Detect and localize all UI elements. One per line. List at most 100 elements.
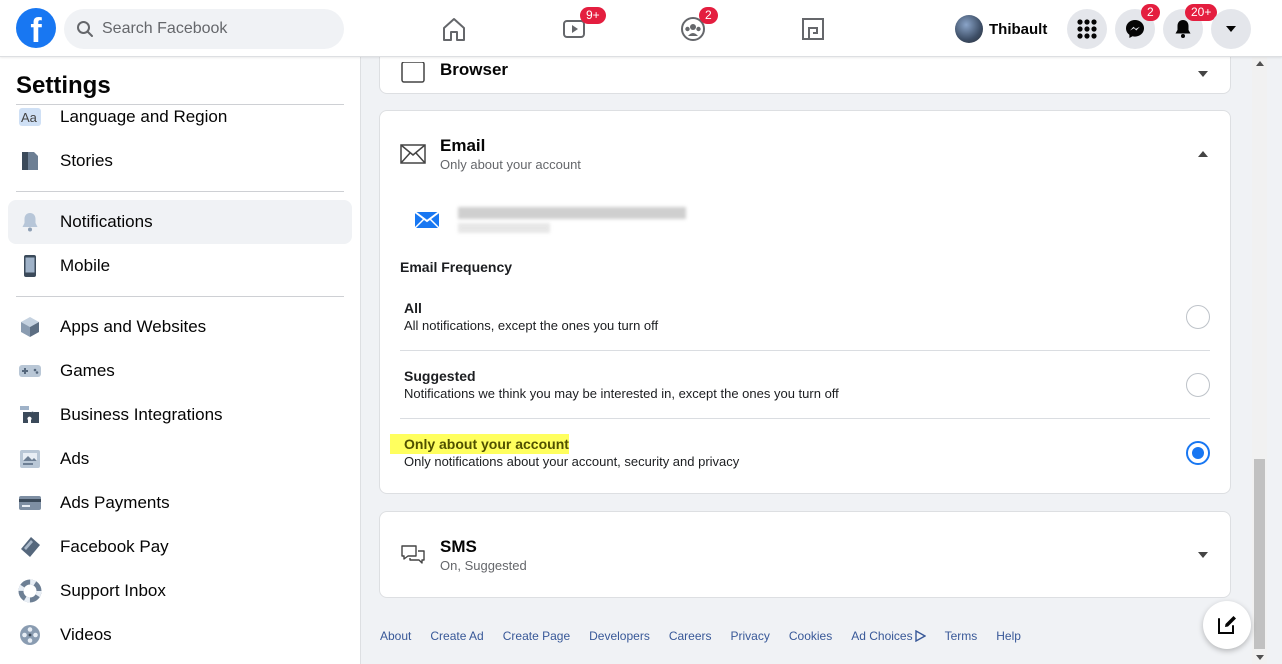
puzzle-icon — [16, 401, 44, 429]
sidebar-item-stories[interactable]: Stories — [8, 139, 352, 183]
gamepad-icon — [16, 357, 44, 385]
ads-icon — [16, 445, 44, 473]
sidebar-item-label: Support Inbox — [60, 581, 166, 600]
account-menu-button[interactable] — [1211, 9, 1251, 49]
ad-choices-label: Ad Choices — [851, 629, 913, 643]
footer-link-cookies[interactable]: Cookies — [789, 629, 832, 643]
gaming-icon — [802, 18, 824, 40]
sidebar-item-label: Notifications — [60, 212, 153, 231]
new-message-button[interactable] — [1203, 601, 1251, 649]
frequency-option-account[interactable]: Only about your account Only notificatio… — [390, 419, 1210, 487]
home-icon — [443, 18, 465, 41]
footer-link-ad-choices[interactable]: Ad Choices — [851, 629, 926, 643]
chevron-down-icon[interactable] — [1198, 71, 1208, 77]
email-address-row — [414, 195, 736, 245]
frequency-option-all[interactable]: All All notifications, except the ones y… — [400, 283, 1210, 351]
top-navigation-bar: f 9+ 2 Thibault 2 20+ — [0, 0, 1282, 57]
redacted-email-address — [458, 195, 736, 245]
groups-badge: 2 — [699, 7, 718, 24]
page-scrollbar[interactable] — [1252, 57, 1267, 664]
divider — [16, 191, 344, 192]
watch-badge: 9+ — [580, 7, 606, 24]
profile-shortcut[interactable]: Thibault — [955, 14, 1047, 44]
footer-link-careers[interactable]: Careers — [669, 629, 712, 643]
user-name: Thibault — [989, 20, 1048, 38]
menu-button[interactable] — [1067, 9, 1107, 49]
email-icon — [414, 211, 440, 229]
sidebar-item-support-inbox[interactable]: Support Inbox — [8, 569, 352, 613]
facebook-logo[interactable]: f — [16, 8, 56, 48]
search-input[interactable] — [102, 20, 322, 38]
pay-icon — [16, 533, 44, 561]
watch-nav-button[interactable]: 9+ — [556, 7, 606, 46]
messenger-button[interactable]: 2 — [1115, 4, 1160, 49]
sidebar-item-label: Apps and Websites — [60, 317, 207, 336]
scroll-down-arrow-icon[interactable] — [1256, 655, 1264, 660]
option-description: All notifications, except the ones you t… — [404, 318, 659, 333]
svg-text:Aa: Aa — [21, 110, 38, 125]
card-subtitle: Only about your account — [440, 157, 581, 172]
sidebar-item-business-integrations[interactable]: Business Integrations — [8, 393, 352, 437]
sidebar-item-videos[interactable]: Videos — [8, 613, 352, 657]
settings-sidebar: Settings Aa Language and Region Stories … — [0, 57, 361, 664]
sidebar-item-ads[interactable]: Ads — [8, 437, 352, 481]
sidebar-item-mobile[interactable]: Mobile — [8, 244, 352, 288]
footer-link-terms[interactable]: Terms — [945, 629, 978, 643]
ad-choices-icon — [914, 630, 926, 642]
email-frequency-title: Email Frequency — [400, 259, 513, 275]
main-content: Browser Email Only about your account Em… — [362, 57, 1252, 664]
home-nav-button[interactable] — [436, 12, 472, 46]
option-title: Suggested — [404, 368, 476, 384]
notifications-button[interactable]: 20+ — [1163, 4, 1218, 49]
divider — [16, 296, 344, 297]
avatar — [955, 15, 983, 43]
sidebar-item-label: Videos — [60, 625, 112, 644]
footer-link-help[interactable]: Help — [996, 629, 1021, 643]
footer-link-create-page[interactable]: Create Page — [503, 629, 570, 643]
sidebar-item-ads-payments[interactable]: Ads Payments — [8, 481, 352, 525]
sidebar-item-label: Business Integrations — [60, 405, 223, 424]
messenger-badge: 2 — [1141, 4, 1160, 21]
card-title: Email — [440, 136, 486, 155]
credit-card-icon — [16, 489, 44, 517]
option-title: All — [404, 300, 422, 316]
stories-icon — [16, 147, 44, 175]
footer-link-developers[interactable]: Developers — [589, 629, 650, 643]
caret-down-icon — [1226, 26, 1236, 32]
sidebar-item-label: Stories — [60, 151, 113, 170]
chevron-down-icon[interactable] — [1198, 552, 1208, 558]
sidebar-item-label: Ads Payments — [60, 493, 170, 512]
option-description: Only notifications about your account, s… — [404, 454, 740, 469]
chevron-up-icon[interactable] — [1198, 151, 1208, 157]
gaming-nav-button[interactable] — [795, 12, 831, 46]
frequency-option-suggested[interactable]: Suggested Notifications we think you may… — [400, 351, 1210, 419]
bell-icon — [1175, 20, 1191, 38]
sidebar-item-facebook-pay[interactable]: Facebook Pay — [8, 525, 352, 569]
footer-link-privacy[interactable]: Privacy — [731, 629, 770, 643]
browser-card[interactable]: Browser — [379, 57, 1231, 94]
film-reel-icon — [16, 621, 44, 649]
scroll-up-arrow-icon[interactable] — [1256, 61, 1264, 66]
radio-all[interactable] — [1186, 305, 1210, 329]
language-icon: Aa — [16, 103, 44, 131]
footer-link-create-ad[interactable]: Create Ad — [430, 629, 483, 643]
sms-card[interactable]: SMS On, Suggested — [379, 511, 1231, 598]
footer-link-about[interactable]: About — [380, 629, 411, 643]
card-title: SMS — [440, 537, 477, 556]
sidebar-item-apps-websites[interactable]: Apps and Websites — [8, 305, 352, 349]
sidebar-item-label: Games — [60, 361, 115, 380]
search-box[interactable] — [64, 9, 344, 49]
option-description: Notifications we think you may be intere… — [404, 386, 839, 401]
sidebar-item-label: Facebook Pay — [60, 537, 169, 556]
messenger-icon — [1126, 20, 1144, 38]
sidebar-item-language-region[interactable]: Aa Language and Region — [8, 95, 352, 139]
radio-suggested[interactable] — [1186, 373, 1210, 397]
scrollbar-thumb[interactable] — [1254, 459, 1265, 649]
radio-account-selected[interactable] — [1186, 441, 1210, 465]
grid-menu-icon — [1077, 19, 1097, 39]
sidebar-item-notifications[interactable]: Notifications — [8, 200, 352, 244]
groups-nav-button[interactable]: 2 — [675, 7, 718, 46]
sidebar-item-label: Ads — [60, 449, 90, 468]
sidebar-item-games[interactable]: Games — [8, 349, 352, 393]
bell-icon — [16, 208, 44, 236]
